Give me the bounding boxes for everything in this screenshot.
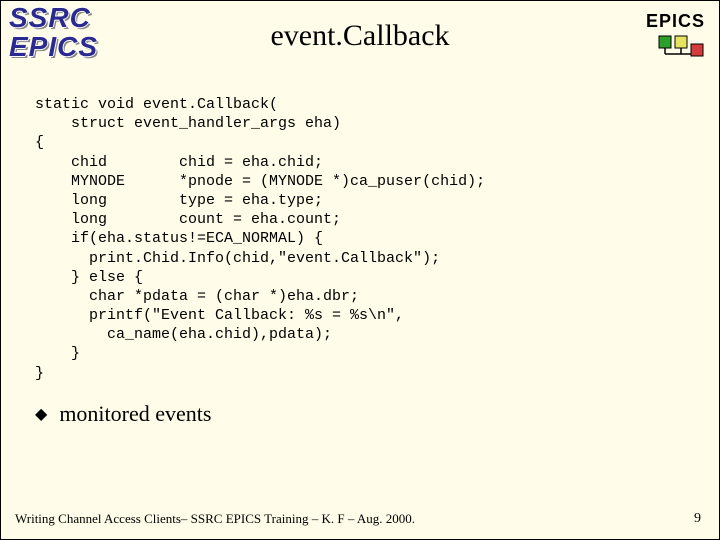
slide-title: event.Callback — [1, 19, 719, 53]
bullet-item: ◆ monitored events — [35, 401, 211, 427]
code-block: static void event.Callback( struct event… — [35, 95, 485, 383]
epics-label: EPICS — [646, 11, 705, 32]
slide-header: SSRC EPICS event.Callback EPICS — [1, 1, 719, 83]
page-number: 9 — [694, 511, 701, 527]
footer-text: Writing Channel Access Clients– SSRC EPI… — [15, 511, 415, 527]
epics-badge: EPICS — [646, 11, 705, 65]
bullet-marker: ◆ — [35, 404, 47, 424]
bullet-text: monitored events — [59, 401, 211, 427]
epics-icon — [646, 34, 705, 65]
